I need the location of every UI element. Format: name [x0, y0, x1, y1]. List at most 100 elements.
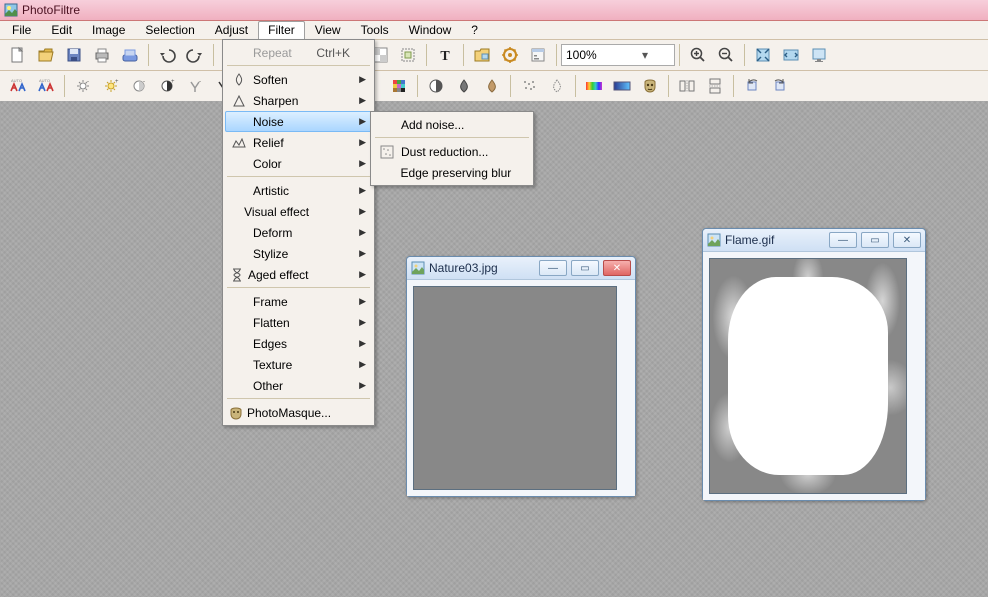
minimize-button[interactable]: — [829, 232, 857, 248]
filter-visual-effect[interactable]: Visual effect▶ [225, 201, 372, 222]
filter-aged-effect[interactable]: Aged effect▶ [225, 264, 372, 285]
auto-contrast-button[interactable]: AUTO [33, 73, 59, 99]
new-button[interactable] [5, 42, 31, 68]
window-flame-title: Flame.gif [725, 233, 825, 247]
window-nature[interactable]: Nature03.jpg — ▭ ✕ [406, 256, 636, 497]
toolbar-separator [744, 44, 745, 66]
maximize-button[interactable]: ▭ [861, 232, 889, 248]
auto-levels-button[interactable]: AUTO [5, 73, 31, 99]
submenu-arrow-icon: ▶ [356, 74, 366, 85]
flame-image-canvas[interactable] [709, 258, 907, 494]
scanner-button[interactable] [117, 42, 143, 68]
filter-flatten[interactable]: Flatten▶ [225, 312, 372, 333]
save-button[interactable] [61, 42, 87, 68]
menu-edit[interactable]: Edit [41, 21, 82, 40]
title-bar: PhotoFiltre [0, 0, 988, 21]
menu-image[interactable]: Image [82, 21, 135, 40]
svg-text:+: + [115, 79, 119, 85]
menu-filter[interactable]: Filter [258, 21, 305, 39]
automate-button[interactable] [497, 42, 523, 68]
toolbar-separator [417, 75, 418, 97]
close-button[interactable]: ✕ [893, 232, 921, 248]
swatches-button[interactable] [386, 73, 412, 99]
menu-tools[interactable]: Tools [351, 21, 399, 40]
filter-relief[interactable]: Relief▶ [225, 132, 372, 153]
noise-dust-reduction[interactable]: Dust reduction... [373, 141, 531, 162]
filter-deform[interactable]: Deform▶ [225, 222, 372, 243]
nature-image-canvas[interactable] [413, 286, 617, 490]
toolbar-separator [463, 44, 464, 66]
rotate-left-button[interactable] [739, 73, 765, 99]
contrast-plus-button[interactable]: + [154, 73, 180, 99]
open-button[interactable] [33, 42, 59, 68]
print-button[interactable] [89, 42, 115, 68]
fit-window-button[interactable] [750, 42, 776, 68]
window-nature-header[interactable]: Nature03.jpg — ▭ ✕ [407, 257, 635, 280]
filter-frame[interactable]: Frame▶ [225, 291, 372, 312]
minimize-button[interactable]: — [539, 260, 567, 276]
window-nature-title: Nature03.jpg [429, 261, 535, 275]
noise-add-noise[interactable]: Add noise... [373, 114, 531, 135]
filter-color[interactable]: Color▶ [225, 153, 372, 174]
filter-photomasque[interactable]: PhotoMasque... [225, 402, 372, 423]
gradient-button[interactable] [609, 73, 635, 99]
antialias-button[interactable] [544, 73, 570, 99]
window-flame-header[interactable]: Flame.gif — ▭ ✕ [703, 229, 925, 252]
grayscale-button[interactable] [423, 73, 449, 99]
text-button[interactable]: T [432, 42, 458, 68]
rotate-right-button[interactable] [767, 73, 793, 99]
window-flame[interactable]: Flame.gif — ▭ ✕ [702, 228, 926, 501]
filter-edges[interactable]: Edges▶ [225, 333, 372, 354]
app-window: PhotoFiltre File Edit Image Selection Ad… [0, 0, 988, 597]
filter-repeat[interactable]: Repeat Ctrl+K [225, 42, 372, 63]
triangle-outline-icon [229, 95, 249, 107]
maximize-button[interactable]: ▭ [571, 260, 599, 276]
explorer-button[interactable] [469, 42, 495, 68]
noise-submenu: Add noise... Dust reduction... Edge pres… [370, 111, 534, 186]
brightness-plus-button[interactable]: + [98, 73, 124, 99]
dust-reduction-icon [377, 145, 397, 159]
toolbar-separator [426, 44, 427, 66]
filter-other[interactable]: Other▶ [225, 375, 372, 396]
dust-button[interactable] [516, 73, 542, 99]
close-button[interactable]: ✕ [603, 260, 631, 276]
image-file-icon [411, 261, 425, 275]
menu-window[interactable]: Window [399, 21, 462, 40]
menu-adjust[interactable]: Adjust [205, 21, 258, 40]
filter-sharpen[interactable]: Sharpen▶ [225, 90, 372, 111]
image-size-button[interactable] [395, 42, 421, 68]
filter-artistic[interactable]: Artistic▶ [225, 180, 372, 201]
menu-selection[interactable]: Selection [135, 21, 204, 40]
preferences-button[interactable] [525, 42, 551, 68]
filter-soften[interactable]: Soften▶ [225, 69, 372, 90]
hue-button[interactable] [581, 73, 607, 99]
svg-text:+: + [171, 79, 175, 85]
image-file-icon [707, 233, 721, 247]
menu-help[interactable]: ? [461, 21, 488, 40]
toolbar-separator [679, 44, 680, 66]
gamma-minus-button[interactable]: - [182, 73, 208, 99]
filter-noise[interactable]: Noise▶ [225, 111, 372, 132]
menu-separator [227, 287, 370, 289]
submenu-arrow-icon: ▶ [359, 206, 366, 217]
zoom-combo[interactable]: 100% ▾ [561, 44, 675, 66]
brightness-minus-button[interactable]: - [70, 73, 96, 99]
sepia-light-button[interactable] [479, 73, 505, 99]
flip-vertical-button[interactable] [702, 73, 728, 99]
undo-button[interactable] [154, 42, 180, 68]
full-screen-button[interactable] [806, 42, 832, 68]
flip-horizontal-button[interactable] [674, 73, 700, 99]
redo-button[interactable] [182, 42, 208, 68]
filter-stylize[interactable]: Stylize▶ [225, 243, 372, 264]
menu-view[interactable]: View [305, 21, 351, 40]
actual-size-button[interactable] [778, 42, 804, 68]
contrast-minus-button[interactable]: - [126, 73, 152, 99]
noise-edge-preserving-blur[interactable]: Edge preserving blur [373, 162, 531, 183]
photomasque-button[interactable] [637, 73, 663, 99]
filter-dropdown: Repeat Ctrl+K Soften▶ Sharpen▶ Noise▶ Re… [222, 39, 375, 426]
sepia-dark-button[interactable] [451, 73, 477, 99]
zoom-out-button[interactable] [713, 42, 739, 68]
filter-texture[interactable]: Texture▶ [225, 354, 372, 375]
menu-file[interactable]: File [2, 21, 41, 40]
zoom-in-button[interactable] [685, 42, 711, 68]
